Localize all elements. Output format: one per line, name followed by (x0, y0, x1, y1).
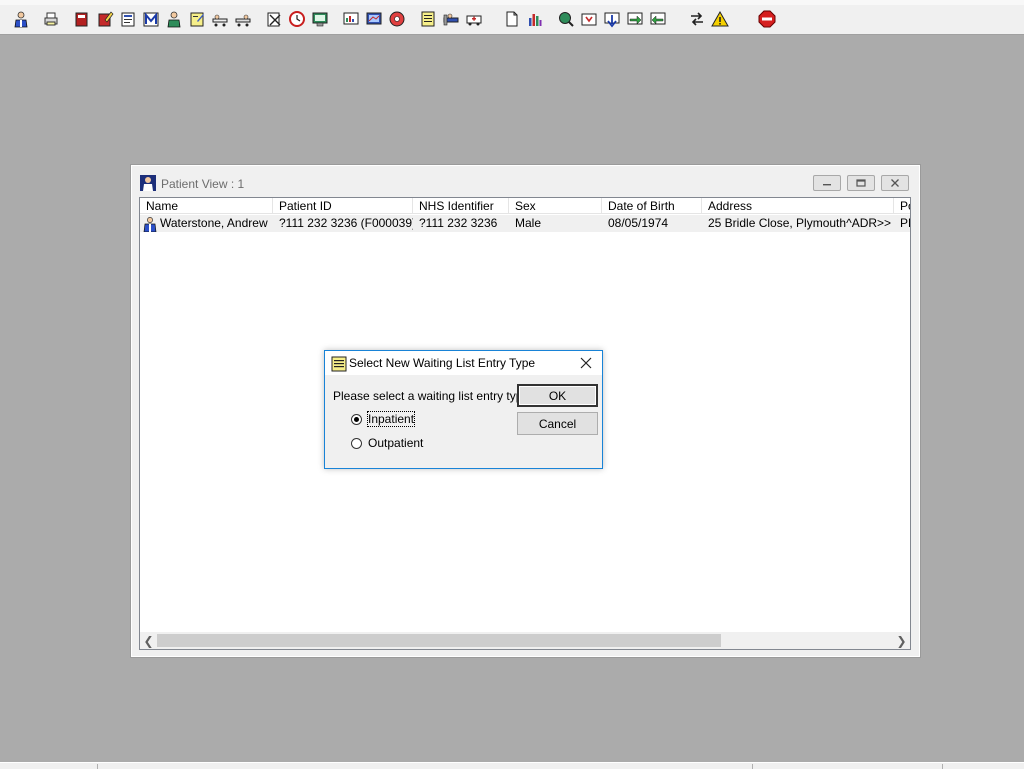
edit-book-icon[interactable] (94, 8, 116, 30)
disk-icon[interactable] (386, 8, 408, 30)
cancel-button[interactable]: Cancel (517, 412, 598, 435)
column-header-name[interactable]: Name (140, 198, 273, 214)
status-separator (97, 764, 98, 769)
column-header-patient-id[interactable]: Patient ID (273, 198, 413, 214)
stretcher-icon[interactable] (209, 8, 231, 30)
cell-name: Waterstone, Andrew (140, 215, 273, 232)
warning-icon[interactable] (709, 8, 731, 30)
patient-name: Waterstone, Andrew (160, 216, 268, 230)
patient-view-titlebar[interactable]: Patient View : 1 (131, 165, 920, 197)
inpatient-radio[interactable] (351, 413, 362, 425)
restore-icon (856, 179, 866, 187)
cell-patient-id: ?111 232 3236 (F000039) (279, 216, 413, 230)
column-header-postcode[interactable]: Po (894, 198, 910, 214)
patient-icon (140, 175, 156, 191)
cell-nhs-identifier: ?111 232 3236 (419, 216, 498, 230)
document-icon[interactable] (501, 8, 523, 30)
dialog-title: Select New Waiting List Entry Type (349, 356, 536, 370)
scroll-right-icon[interactable]: ❯ (893, 632, 910, 649)
download-icon[interactable] (601, 8, 623, 30)
status-separator (942, 764, 943, 769)
close-button[interactable] (881, 175, 909, 191)
inpatient-option[interactable]: Inpatient (351, 411, 416, 427)
clock-icon[interactable] (286, 8, 308, 30)
patient-icon (143, 216, 157, 232)
close-icon (891, 179, 899, 187)
chart-screen-icon[interactable] (340, 8, 362, 30)
cell-postcode: PL (900, 216, 910, 230)
ok-button[interactable]: OK (517, 384, 598, 407)
dialog-prompt: Please select a waiting list entry type (333, 389, 530, 403)
doctor-icon[interactable] (163, 8, 185, 30)
printer-icon[interactable] (40, 8, 62, 30)
form-icon[interactable] (186, 8, 208, 30)
notes-icon[interactable] (117, 8, 139, 30)
waiting-list-icon[interactable] (417, 8, 439, 30)
monitor-icon[interactable] (363, 8, 385, 30)
patient-view-title: Patient View : 1 (161, 177, 245, 191)
cancel-doc-icon[interactable] (263, 8, 285, 30)
column-header-dob[interactable]: Date of Birth (602, 198, 702, 214)
minimize-button[interactable] (813, 175, 841, 191)
stretcher-alt-icon[interactable] (232, 8, 254, 30)
table-row[interactable]: Waterstone, Andrew ?111 232 3236 (F00003… (140, 215, 910, 232)
transfer-icon[interactable] (624, 8, 646, 30)
restore-button[interactable] (847, 175, 875, 191)
minimize-icon (823, 184, 831, 186)
scroll-thumb[interactable] (157, 634, 721, 647)
menu-strip (0, 0, 1024, 5)
exit-icon[interactable] (756, 8, 778, 30)
ambulance-icon[interactable] (463, 8, 485, 30)
dialog-titlebar[interactable]: Select New Waiting List Entry Type (325, 351, 602, 375)
mail-m-icon[interactable] (140, 8, 162, 30)
column-header-sex[interactable]: Sex (509, 198, 602, 214)
scroll-left-icon[interactable]: ❮ (140, 632, 157, 649)
status-separator (752, 764, 753, 769)
main-toolbar (0, 0, 1024, 35)
cell-dob: 08/05/1974 (608, 216, 669, 230)
book-icon[interactable] (71, 8, 93, 30)
close-icon (580, 357, 592, 369)
waiting-list-type-dialog: Select New Waiting List Entry Type Pleas… (324, 350, 603, 469)
outpatient-label[interactable]: Outpatient (368, 436, 423, 450)
dialog-close-button[interactable] (576, 354, 596, 372)
column-header-nhs-identifier[interactable]: NHS Identifier (413, 198, 509, 214)
bed-icon[interactable] (440, 8, 462, 30)
outpatient-option[interactable]: Outpatient (351, 435, 423, 451)
search-globe-icon[interactable] (555, 8, 577, 30)
screen-icon[interactable] (309, 8, 331, 30)
inbox-icon[interactable] (578, 8, 600, 30)
bar-chart-icon[interactable] (524, 8, 546, 30)
waiting-list-icon (331, 356, 347, 372)
cell-sex: Male (515, 216, 542, 230)
swap-icon[interactable] (686, 8, 708, 30)
column-header-address[interactable]: Address (702, 198, 894, 214)
inpatient-label[interactable]: Inpatient (366, 411, 416, 427)
cell-address: 25 Bridle Close, Plymouth^ADR>> (708, 216, 892, 230)
column-header-row: Name Patient ID NHS Identifier Sex Date … (140, 198, 910, 215)
horizontal-scrollbar[interactable]: ❮ ❯ (140, 632, 910, 649)
patient-icon[interactable] (10, 8, 32, 30)
refresh-icon[interactable] (647, 8, 669, 30)
outpatient-radio[interactable] (351, 437, 362, 449)
